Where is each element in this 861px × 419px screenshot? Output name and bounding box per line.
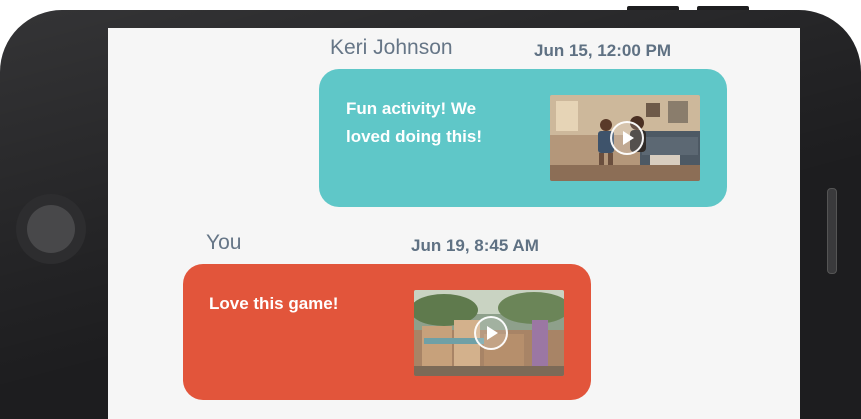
chat-screen: Keri Johnson Jun 15, 12:00 PM Fun activi… <box>108 28 800 419</box>
message-text: Love this game! <box>209 294 339 313</box>
play-icon[interactable] <box>610 121 644 155</box>
speaker-grille <box>827 188 837 274</box>
message-sender: Keri Johnson <box>330 36 453 59</box>
message-text: Fun activity! We loved doing this! <box>346 99 482 146</box>
home-button[interactable] <box>27 205 75 253</box>
message-timestamp: Jun 19, 8:45 AM <box>411 236 539 255</box>
video-thumbnail[interactable] <box>414 290 564 376</box>
play-icon[interactable] <box>474 316 508 350</box>
message-sender: You <box>206 231 242 254</box>
message-bubble: Fun activity! We loved doing this! <box>319 69 727 207</box>
message-timestamp: Jun 15, 12:00 PM <box>534 41 672 60</box>
message-bubble: Love this game! <box>183 264 591 400</box>
video-thumbnail[interactable] <box>550 95 700 181</box>
